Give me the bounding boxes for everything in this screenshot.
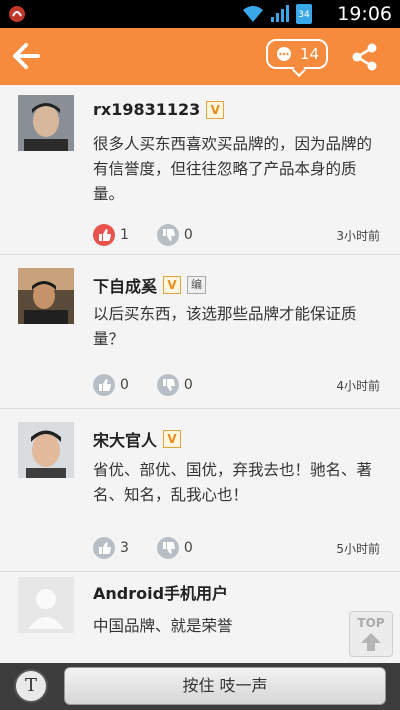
comment-actions: 1 0	[93, 224, 221, 246]
thumbs-down-icon	[156, 537, 179, 559]
dislike-count: 0	[183, 227, 193, 243]
top-label: TOP	[357, 616, 385, 630]
thumbs-up-icon	[93, 537, 115, 559]
comment-item: 宋大官人 V 省优、部优、国优，弃我去也！驰名、著名、知名，乱我心也！ 3 0 …	[0, 409, 400, 572]
like-count: 1	[120, 227, 129, 243]
thumbs-up-icon	[93, 374, 115, 396]
top-header: 14	[0, 28, 400, 85]
dislike-count: 0	[183, 540, 193, 556]
comment-item: Android手机用户 中国品牌、就是荣誉	[0, 572, 400, 663]
share-icon	[352, 43, 377, 71]
thumbs-down-icon	[156, 374, 179, 396]
bottom-input-bar: T 按住 吱一声	[0, 663, 400, 710]
notification-app-icon	[9, 6, 25, 22]
comment-text: 以后买东西，该选那些品牌才能保证质量？	[93, 305, 357, 348]
wifi-icon	[243, 6, 263, 22]
comment-text: 很多人买东西喜欢买品牌的，因为品牌的有信誉度，但往往忽略了产品本身的质量。	[93, 135, 373, 203]
verified-badge: V	[206, 100, 225, 119]
editor-badge: 编	[187, 276, 207, 294]
user-photo-icon	[18, 422, 74, 478]
like-button[interactable]: 3	[93, 537, 129, 559]
back-button[interactable]	[8, 38, 44, 74]
like-count: 3	[120, 540, 129, 556]
share-button[interactable]	[348, 40, 382, 74]
battery-level: 34	[298, 10, 310, 20]
thumbs-up-icon	[93, 224, 115, 246]
comment-time: 5小时前	[336, 542, 380, 556]
avatar[interactable]	[18, 577, 74, 633]
comment-username[interactable]: rx19831123 V	[93, 100, 225, 119]
comment-time: 3小时前	[336, 229, 380, 243]
hold-to-talk-button[interactable]: 按住 吱一声	[64, 667, 386, 705]
comment-count-button[interactable]: 14	[266, 39, 328, 78]
comment-time: 4小时前	[336, 379, 380, 393]
comment-count: 14	[300, 45, 320, 63]
comment-username[interactable]: 宋大官人 V	[93, 427, 182, 451]
comment-username[interactable]: 下自成奚 V 编	[93, 273, 207, 297]
comment-bubble-icon	[277, 47, 291, 61]
comment-username[interactable]: Android手机用户	[93, 580, 228, 604]
like-button[interactable]: 1	[93, 224, 129, 246]
status-bar: 34 19:06	[0, 0, 400, 28]
signal-icon	[271, 5, 289, 22]
avatar[interactable]	[18, 268, 74, 324]
comment-text: 中国品牌、就是荣誉	[93, 617, 233, 635]
dislike-count: 0	[183, 377, 193, 393]
like-count: 0	[120, 377, 129, 393]
battery-icon: 34	[296, 4, 312, 24]
arrow-left-icon	[13, 43, 40, 69]
text-input-toggle-button[interactable]: T	[14, 669, 48, 703]
comment-item: rx19831123 V 很多人买东西喜欢买品牌的，因为品牌的有信誉度，但往往忽…	[0, 85, 400, 255]
comment-text: 省优、部优、国优，弃我去也！驰名、著名、知名，乱我心也！	[93, 461, 373, 504]
default-avatar-icon	[18, 577, 74, 633]
comment-item: 下自成奚 V 编 以后买东西，该选那些品牌才能保证质量？ 0 0 4小时前	[0, 255, 400, 409]
verified-badge: V	[163, 430, 182, 448]
arrow-up-icon	[361, 633, 381, 651]
clock: 19:06	[337, 3, 392, 25]
user-photo-icon	[18, 95, 74, 151]
like-button[interactable]: 0	[93, 374, 129, 396]
dislike-button[interactable]: 0	[156, 374, 193, 396]
avatar[interactable]	[18, 422, 74, 478]
comment-list[interactable]: rx19831123 V 很多人买东西喜欢买品牌的，因为品牌的有信誉度，但往往忽…	[0, 85, 400, 663]
comment-actions: 3 0	[93, 537, 221, 559]
avatar[interactable]	[18, 95, 74, 151]
verified-badge: V	[163, 276, 182, 294]
comment-actions: 0 0	[93, 374, 221, 396]
thumbs-down-icon	[156, 224, 179, 246]
scroll-top-button[interactable]: TOP	[349, 611, 393, 657]
user-photo-icon	[18, 268, 74, 324]
dislike-button[interactable]: 0	[156, 224, 193, 246]
dislike-button[interactable]: 0	[156, 537, 193, 559]
